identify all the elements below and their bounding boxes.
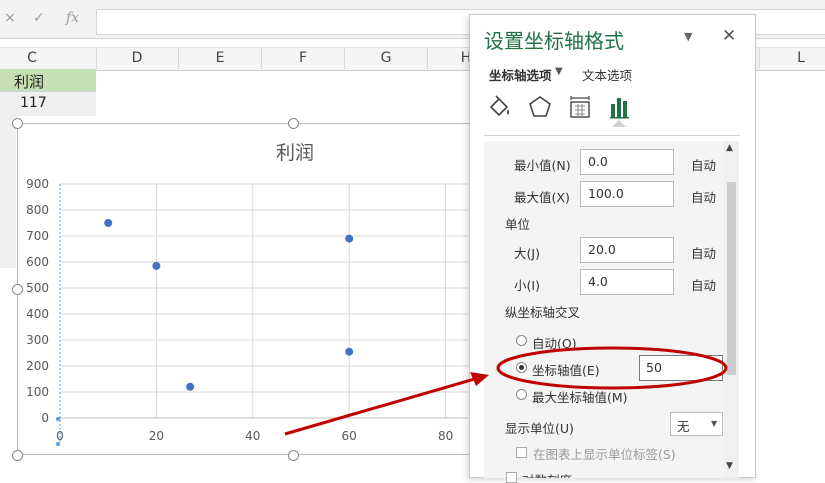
resize-handle-left[interactable] [12, 284, 23, 295]
minor-auto-label[interactable]: 自动 [691, 275, 716, 294]
cross-max-label[interactable]: 最大坐标轴值(M) [532, 387, 628, 406]
cross-auto-label[interactable]: 自动(O) [532, 333, 577, 352]
close-icon[interactable]: ✕ [722, 26, 736, 46]
data-point [345, 347, 354, 356]
cross-axis-value-label[interactable]: 坐标轴值(E) [532, 360, 600, 379]
x-tick-label: 40 [245, 429, 260, 443]
data-point [186, 382, 195, 391]
data-point [104, 219, 113, 227]
vertical-axis-crosses-header: 纵坐标轴交叉 [505, 305, 581, 320]
resize-handle-bottom-left[interactable] [12, 450, 23, 461]
chevron-down-icon[interactable]: ▼ [711, 419, 717, 428]
resize-handle-bottom[interactable] [288, 450, 299, 461]
pane-title: 设置坐标轴格式 [484, 29, 624, 53]
y-tick-label: 0 [41, 411, 49, 425]
show-units-label-checkbox[interactable] [516, 447, 527, 458]
size-properties-icon[interactable] [567, 94, 593, 120]
pane-options-arrow-icon[interactable]: ▼ [684, 30, 692, 43]
y-tick-label: 600 [26, 255, 49, 269]
tab-text-options[interactable]: 文本选项 [582, 65, 632, 84]
max-auto-label[interactable]: 自动 [691, 187, 716, 206]
x-tick-label: 20 [149, 429, 164, 443]
data-point [152, 261, 161, 270]
y-tick-label: 300 [26, 333, 49, 347]
min-bound-label: 最小值(N) [514, 158, 571, 173]
resize-handle-top-left[interactable] [12, 118, 23, 129]
minor-unit-label: 小(I) [514, 278, 540, 293]
cross-max-radio[interactable] [516, 389, 527, 400]
fill-line-icon[interactable] [487, 94, 513, 120]
selected-tab-marker [612, 120, 626, 127]
axis-selection-handle [56, 417, 60, 421]
scroll-down-icon[interactable]: ▼ [726, 461, 733, 471]
cross-axis-value-input[interactable]: 50 [639, 355, 723, 381]
tab-axis-options[interactable]: 坐标轴选项 [489, 65, 552, 84]
pane-divider [484, 135, 740, 136]
x-tick-label: 80 [438, 429, 453, 443]
y-tick-label: 100 [26, 385, 49, 399]
minor-unit-input[interactable]: 4.0 [580, 269, 674, 295]
axis-options-bars-icon[interactable] [607, 94, 633, 120]
display-units-label: 显示单位(U) [505, 421, 574, 436]
min-auto-label[interactable]: 自动 [691, 155, 716, 174]
max-bound-input[interactable]: 100.0 [580, 181, 674, 207]
show-units-label-text[interactable]: 在图表上显示单位标签(S) [533, 444, 676, 463]
x-tick-label: 60 [342, 429, 357, 443]
y-tick-label: 900 [26, 177, 49, 191]
y-tick-label: 700 [26, 229, 49, 243]
axis-selection-handle [56, 442, 60, 446]
chevron-down-icon[interactable]: ▼ [555, 66, 563, 77]
effects-pentagon-icon[interactable] [527, 94, 553, 120]
units-header: 单位 [505, 217, 531, 232]
y-tick-label: 200 [26, 359, 49, 373]
major-auto-label[interactable]: 自动 [691, 243, 716, 262]
major-unit-input[interactable]: 20.0 [580, 237, 674, 263]
y-tick-label: 500 [26, 281, 49, 295]
scroll-up-icon[interactable]: ▲ [726, 143, 733, 153]
cross-auto-radio[interactable] [516, 335, 527, 346]
resize-handle-top[interactable] [288, 118, 299, 129]
min-bound-input[interactable]: 0.0 [580, 149, 674, 175]
pane-scroll-thumb[interactable] [727, 182, 736, 375]
major-unit-label: 大(J) [514, 246, 540, 261]
data-point [345, 234, 354, 243]
max-bound-label: 最大值(X) [514, 190, 570, 205]
log-scale-label[interactable]: 对数刻度 [522, 470, 572, 478]
y-tick-label: 400 [26, 307, 49, 321]
cross-axis-value-radio[interactable] [516, 362, 527, 373]
y-tick-label: 800 [26, 203, 49, 217]
